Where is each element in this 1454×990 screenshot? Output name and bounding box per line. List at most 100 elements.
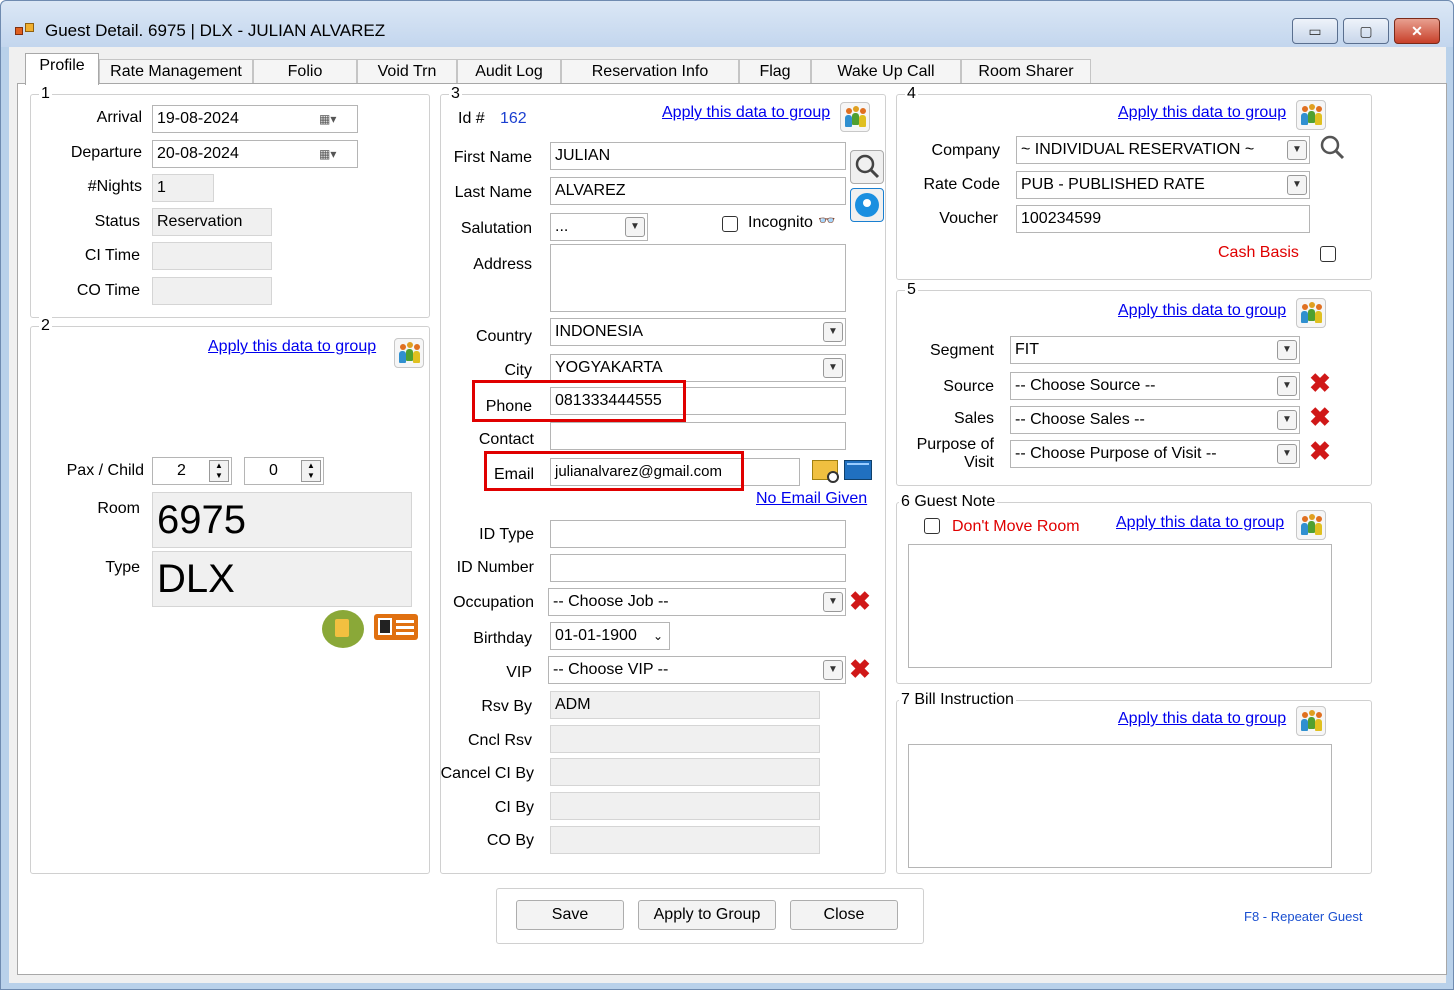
chevron-down-icon[interactable]: ⌄ [653, 623, 663, 649]
calendar-dropdown-icon[interactable]: ▦▾ [319, 144, 353, 164]
segment-select[interactable]: FIT ▼ [1010, 336, 1300, 364]
group-people-icon[interactable] [840, 102, 870, 132]
chevron-down-icon[interactable]: ▼ [625, 217, 645, 237]
purpose-value: -- Choose Purpose of Visit -- [1015, 445, 1217, 462]
apply-to-group-button[interactable]: Apply to Group [638, 900, 776, 930]
chevron-down-icon[interactable]: ▼ [823, 358, 843, 378]
source-select[interactable]: -- Choose Source -- ▼ [1010, 372, 1300, 400]
address-input[interactable] [550, 244, 846, 312]
country-select[interactable]: INDONESIA ▼ [550, 318, 846, 346]
close-window-button[interactable]: ✕ [1394, 18, 1440, 44]
pax-stepper[interactable]: 2 ▲ ▼ [152, 457, 232, 485]
tab-folio[interactable]: Folio [253, 59, 357, 85]
salutation-select[interactable]: ... ▼ [550, 213, 648, 241]
clear-occupation-icon[interactable]: ✖ [848, 588, 872, 614]
purpose-select[interactable]: -- Choose Purpose of Visit -- ▼ [1010, 440, 1300, 468]
no-email-given-link[interactable]: No Email Given [756, 490, 867, 508]
search-company-button[interactable] [1316, 132, 1350, 164]
clear-vip-icon[interactable]: ✖ [848, 656, 872, 682]
group-people-icon[interactable] [1296, 706, 1326, 736]
cash-basis-checkbox[interactable] [1320, 246, 1336, 262]
child-stepper[interactable]: 0 ▲ ▼ [244, 457, 324, 485]
guest-note-textarea[interactable] [908, 544, 1332, 668]
tab-wake-up-call[interactable]: Wake Up Call [811, 59, 961, 85]
sales-select[interactable]: -- Choose Sales -- ▼ [1010, 406, 1300, 434]
bill-instruction-textarea[interactable] [908, 744, 1332, 868]
apply-group-5-link[interactable]: Apply this data to group [1118, 302, 1286, 320]
close-button[interactable]: Close [790, 900, 898, 930]
location-button[interactable] [850, 188, 884, 222]
cancel-ci-by-field [550, 758, 820, 786]
ci-by-label: CI By [494, 799, 534, 816]
arrival-date-picker[interactable]: 19-08-2024 ▦▾ [152, 105, 358, 133]
save-button[interactable]: Save [516, 900, 624, 930]
chevron-down-icon[interactable]: ▼ [1277, 444, 1297, 464]
chevron-down-icon[interactable]: ▼ [1287, 175, 1307, 195]
first-name-input[interactable]: JULIAN [550, 142, 846, 170]
clear-purpose-icon[interactable]: ✖ [1308, 438, 1332, 464]
guest-card-icon[interactable] [374, 614, 418, 640]
chevron-down-icon[interactable]: ▼ [1277, 410, 1297, 430]
chevron-down-icon[interactable]: ▼ [1277, 376, 1297, 396]
last-name-input[interactable]: ALVAREZ [550, 177, 846, 205]
chevron-down-icon[interactable]: ▼ [823, 660, 843, 680]
child-spin-icon[interactable]: ▲ ▼ [301, 460, 321, 482]
apply-group-4-link[interactable]: Apply this data to group [1118, 104, 1286, 122]
clear-sales-icon[interactable]: ✖ [1308, 404, 1332, 430]
tab-void-trn[interactable]: Void Trn [357, 59, 457, 85]
pax-child-label: Pax / Child [66, 462, 144, 479]
voucher-input[interactable]: 100234599 [1016, 205, 1310, 233]
chevron-down-icon[interactable]: ▼ [1277, 340, 1297, 360]
contact-input[interactable] [550, 422, 846, 450]
pax-spin-icon[interactable]: ▲ ▼ [209, 460, 229, 482]
apply-group-2-link[interactable]: Apply this data to group [208, 338, 376, 356]
dont-move-room-checkbox[interactable] [924, 518, 940, 534]
group-people-icon[interactable] [1296, 298, 1326, 328]
contact-label: Contact [478, 431, 534, 448]
search-guest-button[interactable] [850, 150, 884, 184]
no-mail-icon[interactable] [812, 460, 839, 483]
apply-group-3-link[interactable]: Apply this data to group [662, 104, 830, 122]
tab-room-sharer[interactable]: Room Sharer [961, 59, 1091, 85]
apply-group-7-link[interactable]: Apply this data to group [1118, 710, 1286, 728]
apply-group-6-link[interactable]: Apply this data to group [1116, 514, 1284, 532]
id-number-input[interactable] [550, 554, 846, 582]
tab-audit-log[interactable]: Audit Log [457, 59, 561, 85]
group-people-icon[interactable] [1296, 100, 1326, 130]
chevron-down-icon[interactable]: ▼ [823, 592, 843, 612]
sales-label: Sales [953, 410, 994, 427]
tab-flag[interactable]: Flag [739, 59, 811, 85]
rate-code-label: Rate Code [923, 176, 1001, 193]
repeater-guest-hint: F8 - Repeater Guest [1244, 909, 1363, 924]
salutation-label: Salutation [460, 220, 532, 237]
country-value: INDONESIA [555, 323, 644, 340]
tab-profile[interactable]: Profile [25, 53, 99, 85]
incognito-label: Incognito [748, 214, 813, 231]
country-label: Country [475, 328, 532, 345]
group-people-icon[interactable] [394, 338, 424, 368]
incognito-checkbox[interactable] [722, 216, 738, 232]
add-document-icon[interactable] [322, 610, 364, 648]
minimize-button[interactable]: ▭ [1292, 18, 1338, 44]
id-type-input[interactable] [550, 520, 846, 548]
rate-code-select[interactable]: PUB - PUBLISHED RATE ▼ [1016, 171, 1310, 199]
guest-id-value: 162 [500, 110, 527, 127]
group-people-icon[interactable] [1296, 510, 1326, 540]
chevron-down-icon[interactable]: ▼ [1287, 140, 1307, 160]
occupation-select[interactable]: -- Choose Job -- ▼ [548, 588, 846, 616]
company-select[interactable]: ~ INDIVIDUAL RESERVATION ~ ▼ [1016, 136, 1310, 164]
clear-source-icon[interactable]: ✖ [1308, 370, 1332, 396]
city-select[interactable]: YOGYAKARTA ▼ [550, 354, 846, 382]
departure-date-picker[interactable]: 20-08-2024 ▦▾ [152, 140, 358, 168]
calendar-dropdown-icon[interactable]: ▦▾ [319, 109, 353, 129]
arrival-label: Arrival [96, 109, 142, 126]
maximize-button[interactable]: ▢ [1343, 18, 1389, 44]
chevron-down-icon[interactable]: ▼ [823, 322, 843, 342]
birthday-date-picker[interactable]: 01-01-1900 ⌄ [550, 622, 670, 650]
tab-rate-management[interactable]: Rate Management [99, 59, 253, 85]
vip-select[interactable]: -- Choose VIP -- ▼ [548, 656, 846, 684]
send-mail-icon[interactable] [844, 460, 872, 480]
room-label: Room [97, 500, 140, 517]
source-value: -- Choose Source -- [1015, 377, 1156, 394]
tab-reservation-info[interactable]: Reservation Info [561, 59, 739, 85]
